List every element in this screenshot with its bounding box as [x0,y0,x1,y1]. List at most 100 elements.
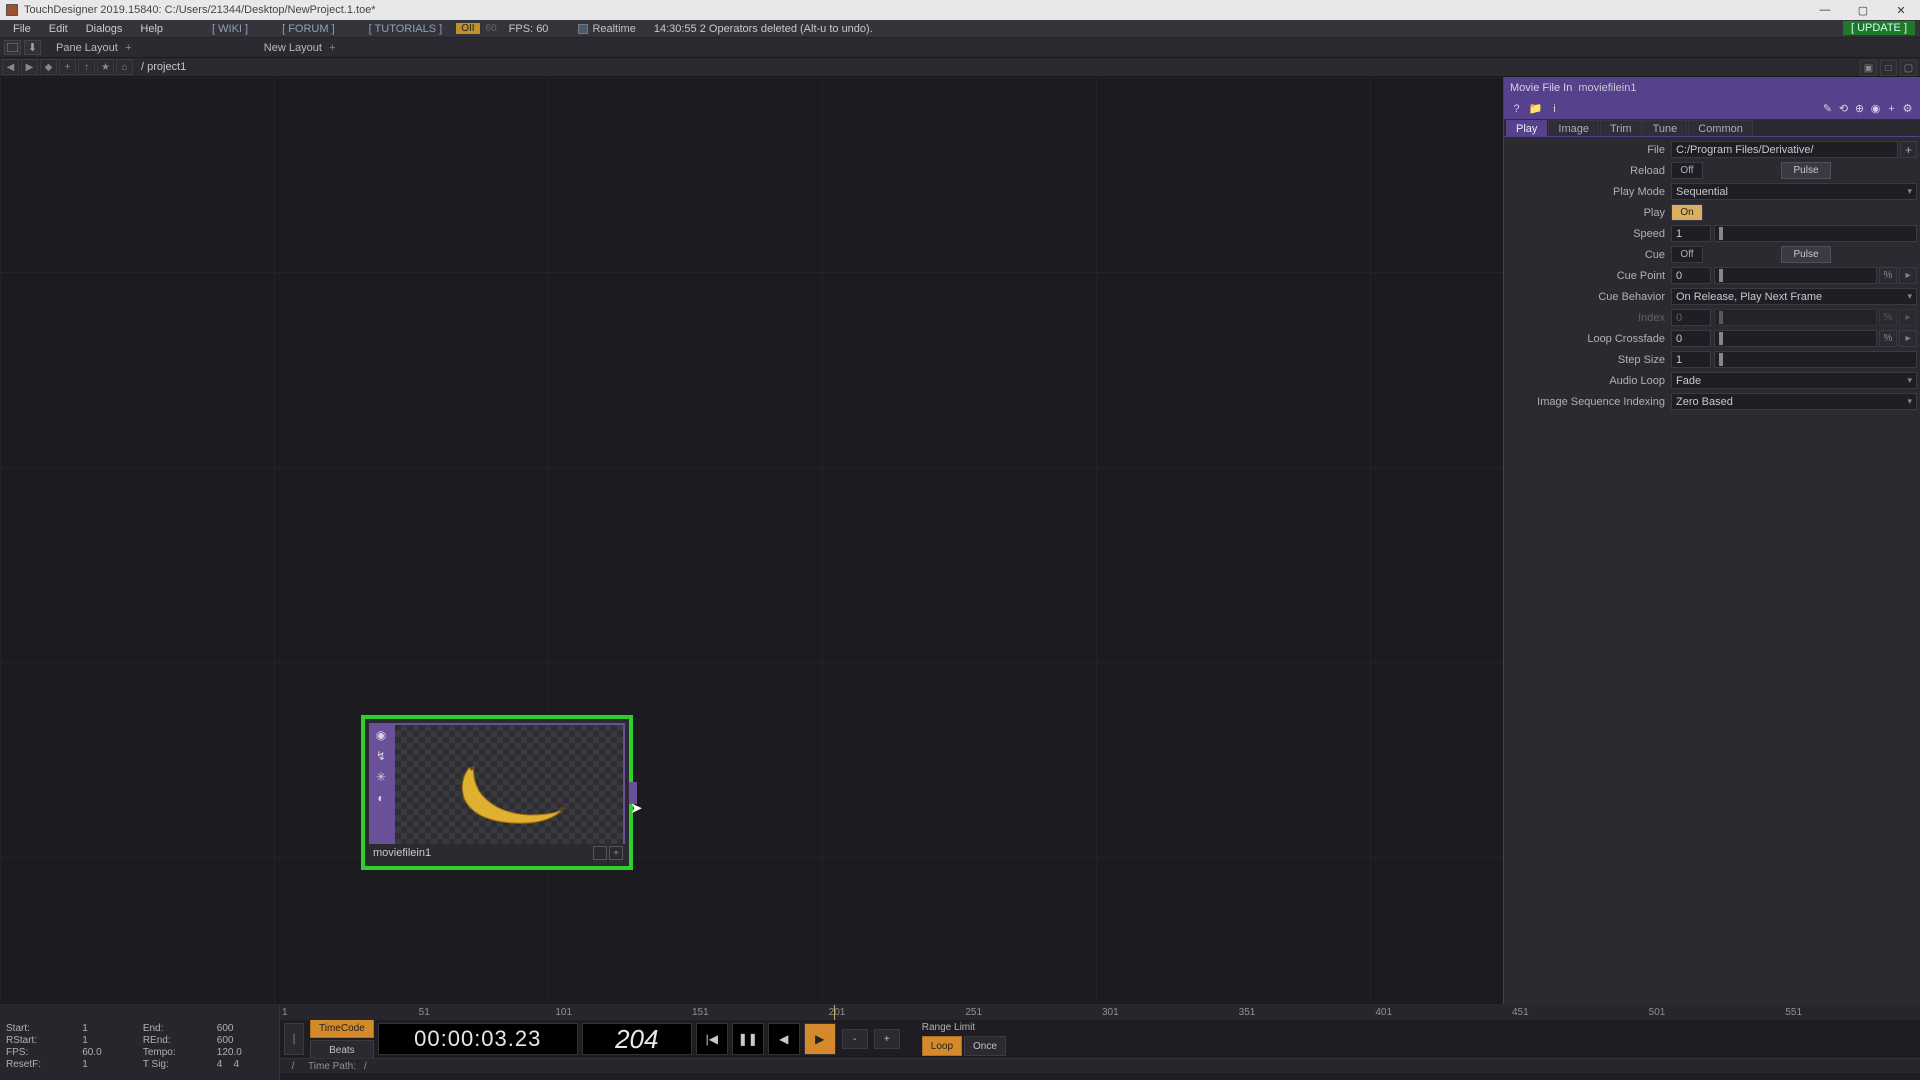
audioloop-dropdown[interactable]: Fade [1671,372,1917,389]
path-nav-fwd-icon[interactable]: ▶ [21,59,38,75]
time-path-value[interactable]: / [364,1061,367,1072]
file-browse-icon[interactable]: + [1900,141,1917,158]
minimize-button[interactable]: — [1806,0,1844,20]
cue-pulse-button[interactable]: Pulse [1781,246,1831,263]
node-clone-flag-icon[interactable]: ↯ [374,748,389,763]
update-button[interactable]: [ UPDATE ] [1843,21,1915,35]
maximize-button[interactable]: ▢ [1844,0,1882,20]
add-icon[interactable]: + [1885,102,1898,115]
node-lock-flag-icon[interactable]: ✳ [374,769,389,784]
oii-badge[interactable]: OII [456,23,479,34]
node-foot-plus-icon[interactable]: + [609,846,623,860]
network-path[interactable]: / project1 [141,61,186,73]
tsig-num[interactable]: 4 [217,1059,223,1070]
timecode-button[interactable]: TimeCode [310,1018,374,1038]
once-button[interactable]: Once [964,1036,1006,1056]
node-viewer-flag-icon[interactable]: ◉ [374,727,389,742]
playmode-dropdown[interactable]: Sequential [1671,183,1917,200]
path-up-icon[interactable]: ↑ [78,59,95,75]
play-toggle[interactable]: On [1671,204,1703,221]
tab-trim[interactable]: Trim [1600,120,1642,136]
node-viewer[interactable] [393,723,625,862]
menu-file[interactable]: File [4,23,40,35]
range-minus-button[interactable]: - [842,1029,868,1049]
node-output-connector[interactable] [629,782,637,804]
tab-tune[interactable]: Tune [1643,120,1688,136]
close-button[interactable]: ✕ [1882,0,1920,20]
expand-icon[interactable]: ⊕ [1853,102,1866,115]
new-layout-plus-icon[interactable]: + [325,40,340,55]
cue-toggle[interactable]: Off [1671,246,1703,263]
tl-section-icon[interactable]: | [284,1023,304,1055]
info-icon[interactable]: i [1548,102,1561,115]
loop-button[interactable]: Loop [922,1036,962,1056]
tab-play[interactable]: Play [1506,120,1547,136]
network-editor[interactable]: ◉ ↯ ✳ ◐ moviefilein1 + [0,77,1503,1024]
tab-common[interactable]: Common [1688,120,1753,136]
rend-value[interactable]: 600 [217,1035,273,1046]
rstart-value[interactable]: 1 [82,1035,133,1046]
goto-start-button[interactable]: |◀ [696,1023,728,1055]
forum-link[interactable]: [ FORUM ] [274,23,343,35]
layout-save-icon[interactable]: ⬇ [24,40,41,55]
new-layout-label[interactable]: New Layout [264,42,322,54]
tab-image[interactable]: Image [1548,120,1599,136]
stepsz-field[interactable]: 1 [1671,351,1711,368]
beats-button[interactable]: Beats [310,1040,374,1060]
gear-icon[interactable]: ⚙ [1901,102,1914,115]
path-nav-back-icon[interactable]: ◀ [2,59,19,75]
path-plus-icon[interactable]: + [59,59,76,75]
path-diamond-icon[interactable]: ◆ [40,59,57,75]
copy-icon[interactable]: ◉ [1869,102,1882,115]
path-star-icon[interactable]: ★ [97,59,114,75]
timeline-ruler[interactable]: 151101151201251301351401451501551600 [280,1005,1920,1020]
tfps-value[interactable]: 60.0 [82,1047,133,1058]
pane-max-icon[interactable]: □ [1880,60,1897,76]
operator-node-moviefilein1[interactable]: ◉ ↯ ✳ ◐ moviefilein1 + [361,715,633,870]
stepsz-slider[interactable] [1714,351,1917,368]
layout-icon-1[interactable] [4,40,21,55]
imgseq-dropdown[interactable]: Zero Based [1671,393,1917,410]
pane-close-icon[interactable]: ▢ [1900,60,1917,76]
pause-button[interactable]: ❚❚ [732,1023,764,1055]
lang-icon[interactable]: ⟲ [1837,102,1850,115]
range-plus-button[interactable]: + [874,1029,900,1049]
reload-pulse-button[interactable]: Pulse [1781,162,1831,179]
tempo-value[interactable]: 120.0 [217,1047,273,1058]
speed-field[interactable]: 1 [1671,225,1711,242]
pane-split-icon[interactable]: ▣ [1860,60,1877,76]
cuepoint-slider[interactable] [1714,267,1877,284]
speed-slider[interactable] [1714,225,1917,242]
cuepoint-field[interactable]: 0 [1671,267,1711,284]
tutorials-link[interactable]: [ TUTORIALS ] [361,23,451,35]
help-icon[interactable]: ? [1510,102,1523,115]
pane-layout-plus-icon[interactable]: + [121,40,136,55]
cuepoint-more-icon[interactable]: ▸ [1899,267,1917,284]
end-value[interactable]: 600 [217,1023,273,1034]
node-name-label[interactable]: moviefilein1 [373,847,431,859]
start-value[interactable]: 1 [82,1023,133,1034]
play-button[interactable]: ▶ [804,1023,836,1055]
edit-icon[interactable]: ✎ [1821,102,1834,115]
loopxf-unit-icon[interactable]: % [1879,330,1897,347]
menu-edit[interactable]: Edit [40,23,77,35]
operator-name-field[interactable]: moviefilein1 [1578,82,1636,94]
timecode-display[interactable]: 00:00:03.23 [378,1023,578,1055]
loopxf-slider[interactable] [1714,330,1877,347]
cuebehav-dropdown[interactable]: On Release, Play Next Frame [1671,288,1917,305]
cuepoint-unit-icon[interactable]: % [1879,267,1897,284]
menu-dialogs[interactable]: Dialogs [77,23,132,35]
frame-display[interactable]: 204 [582,1023,692,1055]
file-field[interactable]: C:/Program Files/Derivative/ [1671,141,1898,158]
loopxf-more-icon[interactable]: ▸ [1899,330,1917,347]
python-icon[interactable]: 📁 [1529,102,1542,115]
reload-toggle[interactable]: Off [1671,162,1703,179]
pane-layout-label[interactable]: Pane Layout [56,42,118,54]
tsig-den[interactable]: 4 [233,1059,239,1070]
node-foot-btn1[interactable] [593,846,607,860]
wiki-link[interactable]: [ WIKI ] [204,23,256,35]
loopxf-field[interactable]: 0 [1671,330,1711,347]
resetf-value[interactable]: 1 [82,1059,133,1070]
node-bypass-flag-icon[interactable]: ◐ [374,790,389,805]
step-back-button[interactable]: ◀ [768,1023,800,1055]
